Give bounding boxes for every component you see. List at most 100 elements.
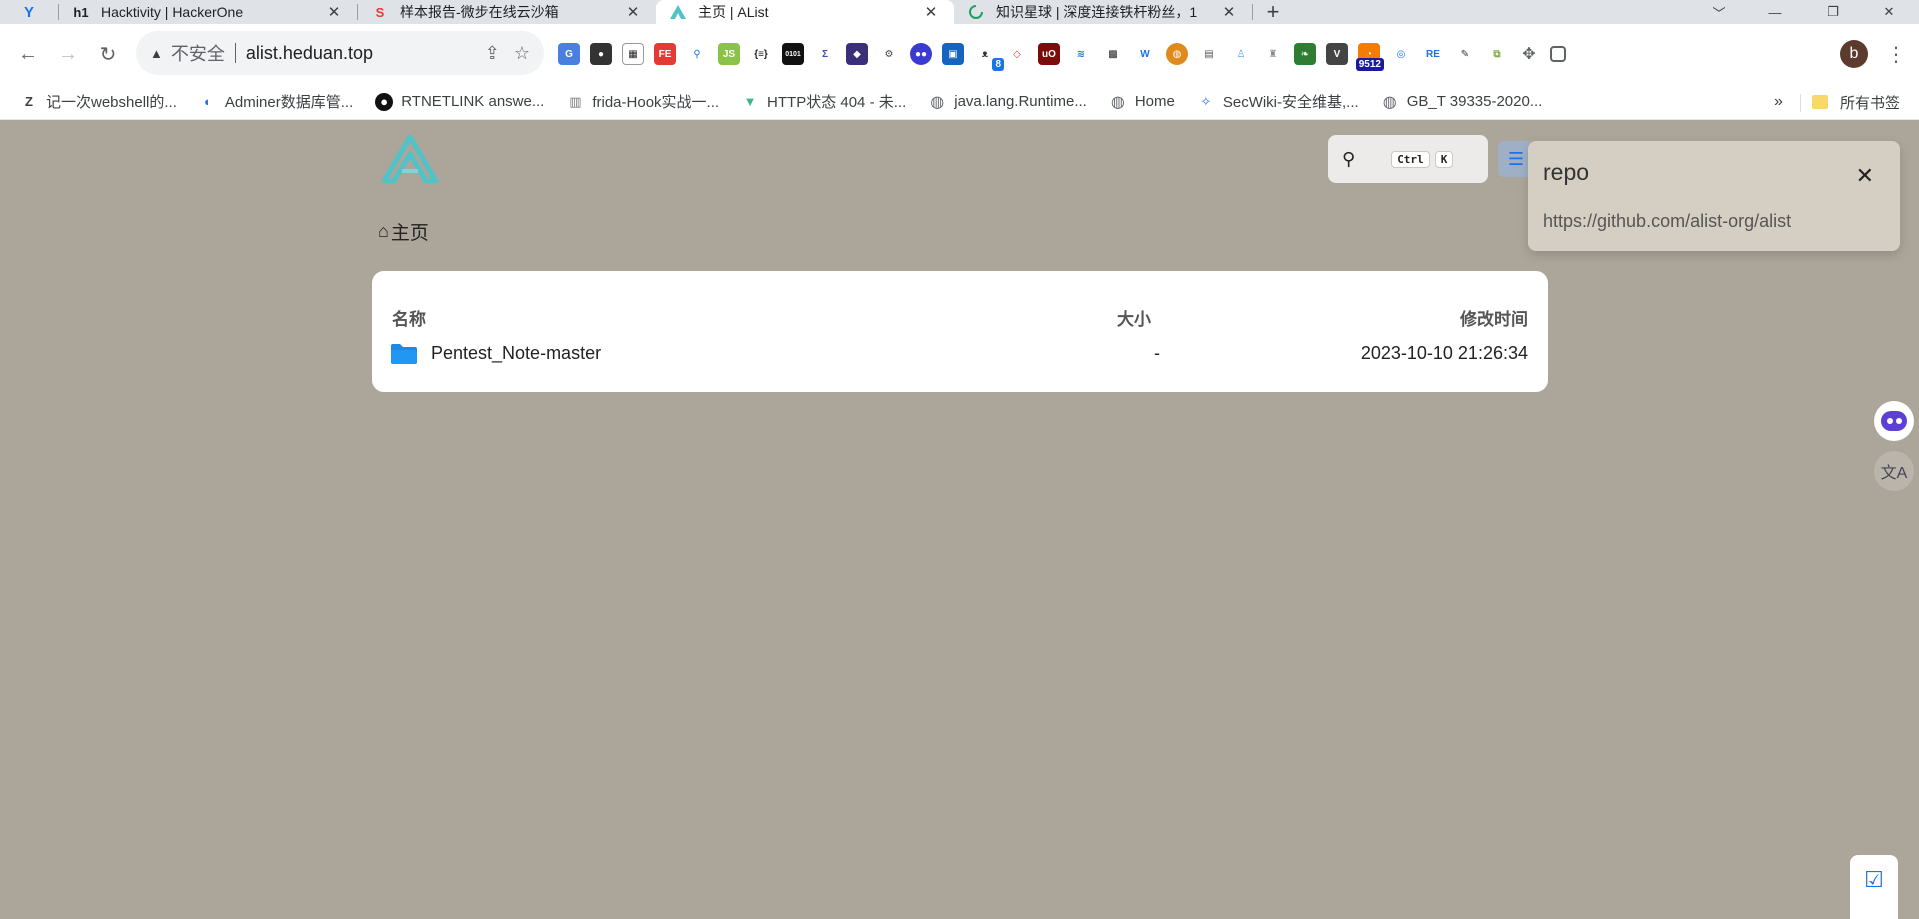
alist-page: ⚲ Ctrl K ☰ ⌂ 主页 名称 大小 修改时间 Pentest_Note-… xyxy=(0,121,1919,919)
file-name[interactable]: Pentest_Note-master xyxy=(431,343,601,364)
person-extension-icon[interactable]: ♙ xyxy=(1230,43,1252,65)
bookmark-item[interactable]: ◍ java.lang.Runtime... xyxy=(928,93,1087,111)
list-item[interactable]: Pentest_Note-master - 2023-10-10 21:26:3… xyxy=(390,331,1530,373)
new-tab-plus-icon[interactable]: + xyxy=(1253,0,1293,24)
z-logo-icon: Z xyxy=(25,94,33,109)
threatbook-icon: S xyxy=(375,4,385,20)
tab-title: 样本报告-微步在线云沙箱 xyxy=(400,4,559,20)
cube-extension-icon[interactable]: ⧉ xyxy=(1486,43,1508,65)
bookmark-label: 记一次webshell的... xyxy=(46,94,177,111)
extension-badge: 8 xyxy=(992,58,1004,71)
wappalyzer-extension-icon[interactable]: W xyxy=(1134,43,1156,65)
bookmark-item[interactable]: ◍ Home xyxy=(1109,93,1175,111)
profile-avatar[interactable]: b xyxy=(1840,40,1868,68)
url-text[interactable]: alist.heduan.top xyxy=(246,43,471,64)
bookmark-label: Home xyxy=(1134,93,1175,110)
json-extension-icon[interactable]: {≡} xyxy=(750,43,772,65)
home-icon: ⌂ xyxy=(378,221,389,241)
alist-logo-icon[interactable] xyxy=(381,134,439,184)
reload-icon[interactable]: ↻ xyxy=(94,40,122,68)
breadcrumb[interactable]: ⌂ 主页 xyxy=(378,218,429,245)
js-extension-icon[interactable]: JS xyxy=(718,43,740,65)
notification-link[interactable]: https://github.com/alist-org/alist xyxy=(1543,211,1791,232)
column-header-modified[interactable]: 修改时间 xyxy=(1460,305,1528,330)
close-icon[interactable]: ✕ xyxy=(922,3,940,21)
more-menu-icon[interactable]: ⋮ xyxy=(1882,40,1910,68)
column-header-size[interactable]: 大小 xyxy=(1117,305,1151,330)
notification-title: repo xyxy=(1543,159,1590,185)
translate-icon[interactable]: 文A xyxy=(1874,451,1914,491)
close-icon[interactable]: ✕ xyxy=(1220,3,1238,21)
share-icon[interactable]: ⇪ xyxy=(485,43,500,64)
planet-extension-icon[interactable]: ◎ xyxy=(1390,43,1412,65)
ublock-extension-icon[interactable]: uO xyxy=(1038,43,1060,65)
back-arrow-icon[interactable]: ← xyxy=(14,40,42,68)
bookmarks-overflow-icon[interactable]: » xyxy=(1774,84,1783,120)
ninja-extension-icon[interactable]: ● xyxy=(590,43,612,65)
pixel-extension-icon[interactable]: ◆ xyxy=(846,43,868,65)
leaf-extension-icon[interactable]: ❧ xyxy=(1294,43,1316,65)
bookmark-star-icon[interactable]: ☆ xyxy=(514,43,530,64)
bookmark-label: java.lang.Runtime... xyxy=(954,93,1087,110)
tab-zsxq[interactable]: 知识星球 | 深度连接铁杆粉丝，1 ✕ xyxy=(954,0,1252,24)
bookmark-item[interactable]: ▼ HTTP状态 404 - 未... xyxy=(741,91,907,112)
translate-extension-icon[interactable]: G xyxy=(558,43,580,65)
notification-card: repo ✕ https://github.com/alist-org/alis… xyxy=(1528,141,1900,251)
tab-search-icon[interactable]: Y xyxy=(0,0,58,24)
bookmark-item[interactable]: ▥ frida-Hook实战一... xyxy=(566,91,719,112)
location-pin-extension-icon[interactable]: ⚲ xyxy=(686,43,708,65)
security-label[interactable]: 不安全 xyxy=(171,40,225,66)
address-bar[interactable]: ▲ 不安全 alist.heduan.top ⇪ ☆ xyxy=(136,31,544,75)
regex-extension-icon[interactable]: RE xyxy=(1422,43,1444,65)
tab-alist[interactable]: 主页 | AList ✕ xyxy=(656,0,954,24)
cup-extension-icon[interactable]: ♜ xyxy=(1262,43,1284,65)
browser-toolbar: ← → ↻ ▲ 不安全 alist.heduan.top ⇪ ☆ G ● ▦ F… xyxy=(0,24,1919,84)
bookmark-item[interactable]: ◍ GB_T 39335-2020... xyxy=(1381,93,1543,111)
pencil-extension-icon[interactable]: ✎ xyxy=(1454,43,1476,65)
globe-icon: ◍ xyxy=(1110,93,1125,111)
tab-threatbook[interactable]: S 样本报告-微步在线云沙箱 ✕ xyxy=(358,0,656,24)
bookmark-item[interactable]: ● RTNETLINK answe... xyxy=(375,92,544,111)
adminer-icon: ◐ xyxy=(203,94,212,109)
forward-arrow-icon[interactable]: → xyxy=(54,40,82,68)
fe-helper-extension-icon[interactable]: FE xyxy=(654,43,676,65)
v-extension-icon[interactable]: V xyxy=(1326,43,1348,65)
qr-code-extension-icon[interactable]: ▩ xyxy=(1102,43,1124,65)
vue-icon: ▼ xyxy=(743,94,757,109)
rss-extension-icon[interactable]: ◔ 9512 xyxy=(1355,43,1384,71)
close-icon[interactable]: ✕ xyxy=(325,3,343,21)
github-icon: ● xyxy=(375,92,394,111)
tab-hackerone[interactable]: h1 Hacktivity | HackerOne ✕ xyxy=(59,0,357,24)
column-header-name[interactable]: 名称 xyxy=(392,305,426,330)
puzzle-extensions-icon[interactable]: ✥ xyxy=(1518,43,1540,65)
binary-extension-icon[interactable]: 0101 xyxy=(782,43,804,65)
minimize-icon[interactable]: — xyxy=(1752,0,1798,24)
close-icon[interactable]: ✕ xyxy=(624,3,642,21)
bookmark-item[interactable]: Z 记一次webshell的... xyxy=(20,91,177,112)
robot-extension-icon[interactable]: ●● xyxy=(910,43,932,65)
side-panel-icon[interactable] xyxy=(1550,46,1566,62)
basketball-extension-icon[interactable]: ◍ xyxy=(1166,43,1188,65)
sigma-extension-icon[interactable]: Σ xyxy=(814,43,836,65)
tab-search-chevron-icon[interactable]: ﹀ xyxy=(1696,0,1742,24)
gear-extension-icon[interactable]: ⚙ xyxy=(878,43,900,65)
restore-icon[interactable]: ❐ xyxy=(1810,0,1856,24)
assistant-robot-icon[interactable] xyxy=(1874,401,1914,441)
id-card-extension-icon[interactable]: ▤ xyxy=(1198,43,1220,65)
window-close-icon[interactable]: ✕ xyxy=(1866,0,1912,24)
bookmark-item[interactable]: ◐ Adminer数据库管... xyxy=(199,91,353,112)
diamond-extension-icon[interactable]: ◇ xyxy=(1006,43,1028,65)
layers-extension-icon[interactable]: ≋ xyxy=(1070,43,1092,65)
globe-icon: ◍ xyxy=(1382,93,1397,111)
qr-extension-icon[interactable]: ▦ xyxy=(622,43,644,65)
lock-extension-icon[interactable]: ▣ xyxy=(942,43,964,65)
all-bookmarks-folder[interactable]: 所有书签 xyxy=(1812,84,1900,120)
search-button[interactable]: ⚲ Ctrl K xyxy=(1328,135,1488,183)
panda-extension-icon[interactable]: ᴥ8 xyxy=(974,43,1004,71)
checklist-icon[interactable]: ☑ xyxy=(1850,855,1898,919)
breadcrumb-home-label: 主页 xyxy=(390,223,429,244)
bookmark-item[interactable]: ✧ SecWiki-安全维基,... xyxy=(1197,91,1358,112)
warning-triangle-icon[interactable]: ▲ xyxy=(150,46,163,61)
bookmarks-separator xyxy=(1800,94,1801,112)
close-icon[interactable]: ✕ xyxy=(1856,163,1874,189)
